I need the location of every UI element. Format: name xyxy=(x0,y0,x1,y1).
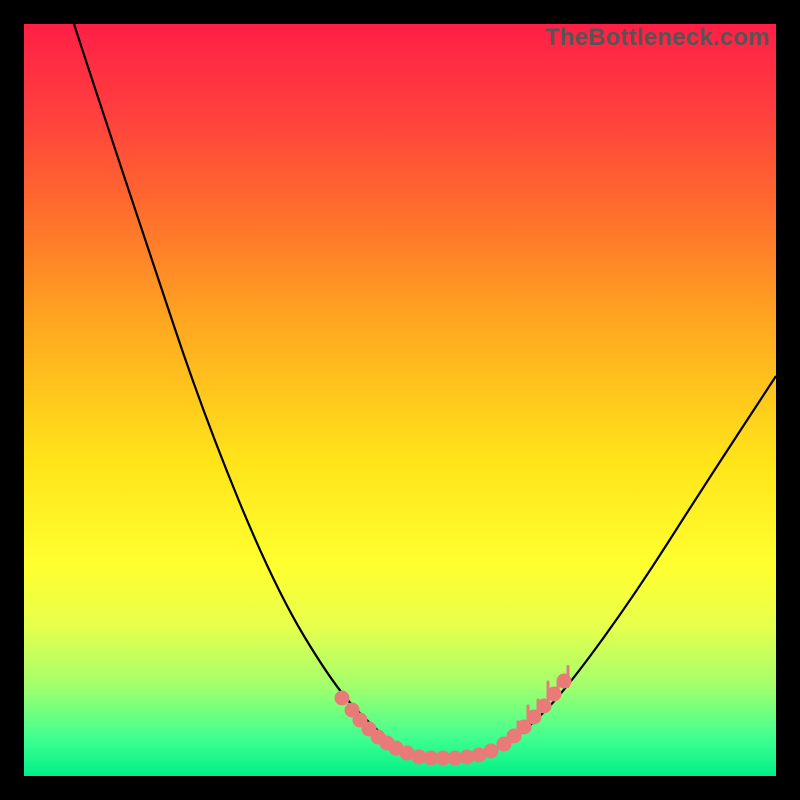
scatter-point xyxy=(547,687,562,702)
bottleneck-curve xyxy=(74,24,776,758)
scatter-point xyxy=(557,674,572,689)
watermark-text: TheBottleneck.com xyxy=(545,24,770,52)
chart-svg xyxy=(24,24,776,776)
scatter-point xyxy=(335,691,350,706)
scatter-points xyxy=(335,674,572,766)
chart-frame: TheBottleneck.com xyxy=(0,0,800,800)
scatter-point xyxy=(537,699,552,714)
chart-panel: TheBottleneck.com xyxy=(24,24,776,776)
scatter-point xyxy=(484,744,499,759)
curve-group xyxy=(74,24,776,758)
